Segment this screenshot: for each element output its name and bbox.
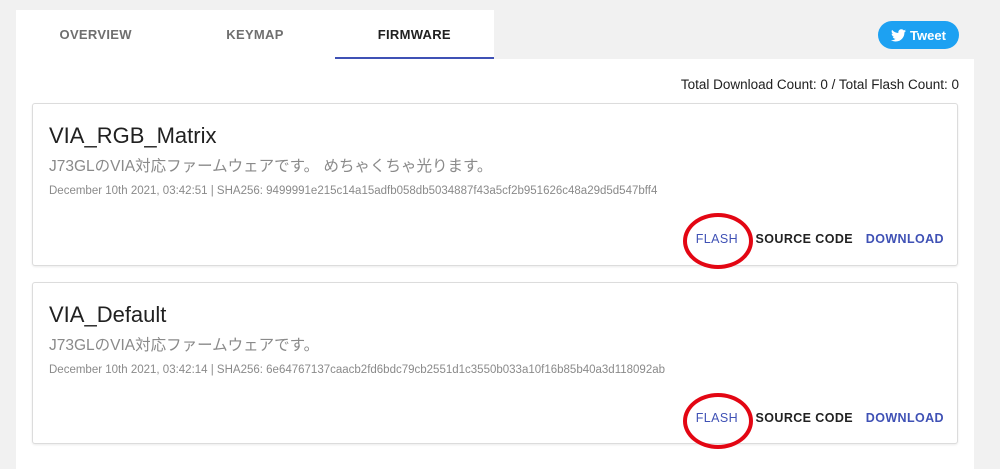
source-code-button[interactable]: SOURCE CODE: [756, 232, 853, 246]
firmware-card: VIA_Default J73GLのVIA対応ファームウェアです。 Decemb…: [32, 282, 958, 444]
flash-button[interactable]: FLASH: [696, 232, 738, 246]
firmware-description: J73GLのVIA対応ファームウェアです。 めちゃくちゃ光ります。: [49, 158, 493, 175]
tweet-label: Tweet: [910, 27, 946, 43]
tab-bar: OVERVIEW KEYMAP FIRMWARE: [16, 10, 494, 59]
firmware-meta: December 10th 2021, 03:42:51 | SHA256: 9…: [49, 185, 658, 197]
twitter-bird-icon: [891, 28, 907, 41]
download-flash-count: Total Download Count: 0 / Total Flash Co…: [680, 77, 959, 92]
firmware-card: VIA_RGB_Matrix J73GLのVIA対応ファームウェアです。 めちゃ…: [32, 103, 958, 266]
tab-firmware[interactable]: FIRMWARE: [334, 10, 494, 59]
firmware-description: J73GLのVIA対応ファームウェアです。: [49, 337, 320, 354]
tab-overview[interactable]: OVERVIEW: [16, 10, 175, 59]
firmware-meta: December 10th 2021, 03:42:14 | SHA256: 6…: [49, 364, 666, 376]
download-button[interactable]: DOWNLOAD: [866, 411, 944, 425]
tab-keymap[interactable]: KEYMAP: [175, 10, 334, 59]
firmware-name: VIA_Default: [49, 302, 167, 327]
tweet-button[interactable]: Tweet: [878, 21, 959, 49]
download-button[interactable]: DOWNLOAD: [866, 232, 944, 246]
firmware-name: VIA_RGB_Matrix: [49, 123, 217, 148]
flash-button[interactable]: FLASH: [696, 411, 738, 425]
source-code-button[interactable]: SOURCE CODE: [756, 411, 853, 425]
